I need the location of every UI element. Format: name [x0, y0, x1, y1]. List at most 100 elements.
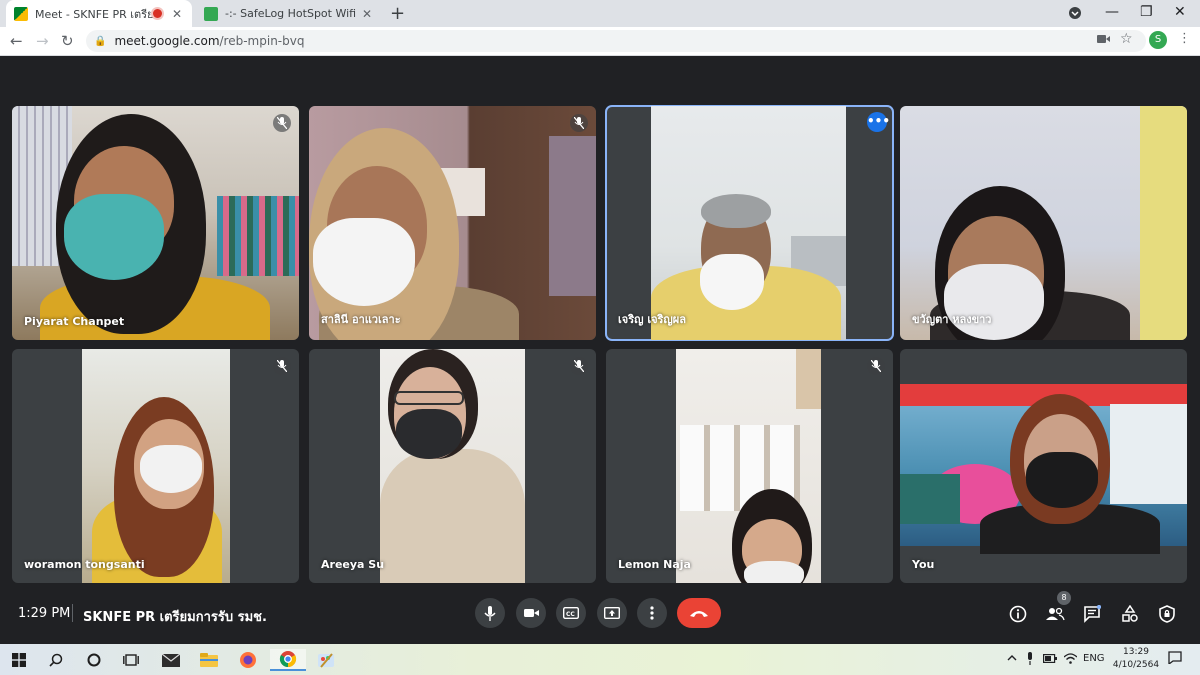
- captions-button[interactable]: CC: [556, 598, 586, 628]
- bookmark-star-icon[interactable]: ☆: [1120, 31, 1133, 47]
- participant-name: ขวัญตา หลงขาว: [912, 313, 992, 326]
- tab-meet[interactable]: Meet - SKNFE PR เตรียมการรับ ✕: [6, 0, 192, 27]
- meeting-details-button[interactable]: [1007, 603, 1029, 625]
- window-close-icon[interactable]: ✕: [1174, 4, 1186, 20]
- participant-tile[interactable]: Areeya Su: [309, 349, 596, 583]
- more-options-button[interactable]: •••: [867, 112, 890, 132]
- system-clock[interactable]: 13:29 4/10/2564: [1108, 646, 1164, 672]
- mic-off-icon: [273, 357, 291, 375]
- minimize-icon[interactable]: —: [1105, 4, 1119, 20]
- camera-icon: [523, 609, 539, 617]
- file-explorer-icon[interactable]: [198, 649, 220, 671]
- url-host: meet.google.com: [114, 34, 220, 48]
- battery-icon[interactable]: [1043, 654, 1057, 666]
- show-hidden-icons[interactable]: [1007, 653, 1017, 664]
- back-icon[interactable]: ←: [10, 32, 23, 50]
- tray-microphone-icon[interactable]: [1026, 652, 1034, 668]
- close-tab-icon[interactable]: ✕: [170, 7, 184, 21]
- people-count-badge: 8: [1057, 591, 1071, 605]
- maximize-icon[interactable]: ❐: [1140, 4, 1153, 20]
- mic-off-icon: [273, 114, 291, 132]
- video-feed: [12, 106, 299, 340]
- camera-button[interactable]: [516, 598, 546, 628]
- wifi-icon[interactable]: [1063, 653, 1078, 667]
- more-vert-icon: [650, 606, 654, 620]
- participant-tile[interactable]: Piyarat Chanpet: [12, 106, 299, 340]
- participant-tile-selected[interactable]: ••• เจริญ เจริญผล: [605, 105, 894, 341]
- chat-icon: [1084, 605, 1101, 623]
- people-icon: [1046, 607, 1065, 621]
- video-feed: [380, 349, 525, 583]
- reload-icon[interactable]: ↻: [61, 32, 74, 50]
- present-screen-icon: [604, 607, 620, 619]
- video-feed: [900, 106, 1187, 340]
- tab-safelog[interactable]: -:- SafeLog HotSpot Wifi Internet ✕: [196, 0, 382, 27]
- microphone-button[interactable]: [475, 598, 505, 628]
- more-options-button[interactable]: [637, 598, 667, 628]
- task-view-icon[interactable]: [120, 649, 142, 671]
- end-call-icon: [690, 610, 708, 617]
- participant-tile[interactable]: woramon tongsanti: [12, 349, 299, 583]
- video-feed: [82, 349, 230, 583]
- video-feed: [900, 384, 1187, 554]
- mic-off-icon: [867, 357, 885, 375]
- input-language[interactable]: ENG: [1083, 653, 1105, 664]
- captions-icon: CC: [563, 607, 579, 619]
- chat-button[interactable]: [1081, 603, 1103, 625]
- end-call-button[interactable]: [677, 598, 721, 628]
- system-time: 13:29: [1123, 647, 1149, 657]
- search-icon[interactable]: [45, 649, 67, 671]
- camera-permission-icon[interactable]: [1097, 33, 1110, 48]
- tab-strip: Meet - SKNFE PR เตรียมการรับ ✕ -:- SafeL…: [0, 0, 1200, 27]
- present-button[interactable]: [597, 598, 627, 628]
- os-taskbar: ENG: [0, 644, 1200, 675]
- mail-icon[interactable]: [160, 649, 182, 671]
- windows-start-icon[interactable]: [8, 649, 30, 671]
- chrome-icon[interactable]: [270, 649, 306, 671]
- people-button[interactable]: [1044, 603, 1066, 625]
- participant-name: Piyarat Chanpet: [24, 315, 125, 328]
- microphone-icon: [484, 605, 496, 621]
- address-bar[interactable]: 🔒 meet.google.com/reb-mpin-bvq: [86, 30, 1146, 52]
- svg-text:CC: CC: [566, 611, 575, 618]
- menu-icon[interactable]: ⋮: [1178, 31, 1191, 46]
- close-tab-icon[interactable]: ✕: [360, 7, 374, 21]
- info-icon: [1009, 605, 1027, 623]
- system-date: 4/10/2564: [1112, 660, 1160, 670]
- notifications-icon[interactable]: [1168, 651, 1182, 667]
- participant-tile[interactable]: ขวัญตา หลงขาว: [900, 106, 1187, 340]
- participant-name: Lemon Naja: [618, 558, 691, 571]
- firefox-icon[interactable]: [237, 649, 259, 671]
- paint-icon[interactable]: [315, 649, 337, 671]
- participant-name: สาลินี อาแวเลาะ: [321, 313, 401, 326]
- participant-tile[interactable]: สาลินี อาแวเลาะ: [309, 106, 596, 340]
- participant-name: You: [912, 558, 935, 571]
- avatar[interactable]: S: [1149, 31, 1167, 49]
- meeting-title: SKNFE PR เตรียมการรับ รมช.: [83, 610, 267, 625]
- recording-icon: [153, 9, 162, 18]
- tab-title: -:- SafeLog HotSpot Wifi Internet: [225, 7, 360, 20]
- video-feed: [309, 106, 596, 340]
- participant-tile-self[interactable]: You: [900, 349, 1187, 583]
- activities-button[interactable]: [1119, 603, 1141, 625]
- meeting-time: 1:29 PM: [18, 606, 71, 621]
- browser-chrome: Meet - SKNFE PR เตรียมการรับ ✕ -:- SafeL…: [0, 0, 1200, 56]
- mic-off-icon: [570, 357, 588, 375]
- new-tab-icon[interactable]: +: [390, 3, 405, 24]
- forward-icon[interactable]: →: [36, 32, 49, 50]
- mic-off-icon: [570, 114, 588, 132]
- activities-shapes-icon: [1122, 605, 1138, 622]
- tab-title: Meet - SKNFE PR เตรียมการรับ: [35, 7, 153, 21]
- safelog-favicon-icon: [204, 6, 218, 21]
- host-controls-button[interactable]: [1156, 603, 1178, 625]
- video-feed: [651, 106, 846, 340]
- lock-icon: 🔒: [94, 35, 107, 47]
- shield-lock-icon: [1159, 605, 1175, 623]
- divider: [72, 604, 73, 622]
- meet-favicon-icon: [14, 6, 28, 21]
- cortana-icon[interactable]: [83, 649, 105, 671]
- participant-name: เจริญ เจริญผล: [618, 313, 686, 326]
- tab-search-icon[interactable]: [1068, 6, 1082, 24]
- participant-tile[interactable]: Lemon Naja: [606, 349, 893, 583]
- participant-name: woramon tongsanti: [24, 558, 145, 571]
